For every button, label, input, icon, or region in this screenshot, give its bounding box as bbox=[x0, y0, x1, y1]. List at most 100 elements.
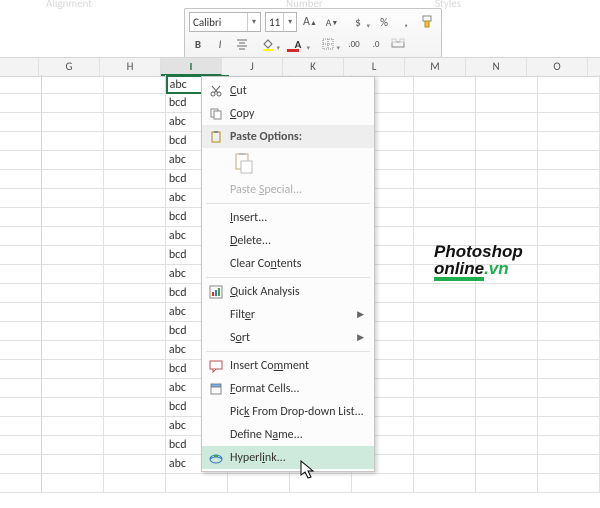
menu-paste-default[interactable] bbox=[202, 148, 374, 178]
decrease-font-icon[interactable]: A▼ bbox=[323, 13, 341, 31]
cell[interactable] bbox=[538, 170, 600, 189]
cell[interactable] bbox=[414, 189, 476, 208]
cell[interactable] bbox=[476, 417, 538, 436]
cell[interactable] bbox=[414, 474, 476, 493]
menu-cut[interactable]: Cut bbox=[202, 79, 374, 102]
cell[interactable] bbox=[414, 455, 476, 474]
cell[interactable] bbox=[42, 189, 104, 208]
cell[interactable] bbox=[538, 341, 600, 360]
cell[interactable] bbox=[104, 322, 166, 341]
borders-button[interactable] bbox=[315, 35, 341, 53]
cell[interactable] bbox=[42, 322, 104, 341]
cell[interactable] bbox=[42, 113, 104, 132]
cell[interactable] bbox=[538, 379, 600, 398]
cell[interactable] bbox=[476, 398, 538, 417]
cell[interactable] bbox=[538, 94, 600, 113]
bold-button[interactable]: B bbox=[189, 35, 207, 53]
menu-format-cells[interactable]: Format Cells... bbox=[202, 377, 374, 400]
cell[interactable] bbox=[476, 303, 538, 322]
cell[interactable] bbox=[414, 208, 476, 227]
cell[interactable] bbox=[290, 474, 352, 493]
increase-font-icon[interactable]: A▲ bbox=[301, 13, 319, 31]
cell[interactable] bbox=[42, 398, 104, 417]
font-size-select[interactable]: 11▾ bbox=[265, 12, 297, 32]
cell[interactable] bbox=[42, 455, 104, 474]
italic-button[interactable]: I bbox=[211, 35, 229, 53]
cell[interactable] bbox=[42, 265, 104, 284]
menu-clear-contents[interactable]: Clear Contents bbox=[202, 252, 374, 275]
cell[interactable] bbox=[476, 113, 538, 132]
cell[interactable] bbox=[538, 227, 600, 246]
cell[interactable] bbox=[104, 265, 166, 284]
format-painter-icon[interactable] bbox=[419, 13, 437, 31]
cell[interactable] bbox=[42, 360, 104, 379]
cell[interactable] bbox=[476, 284, 538, 303]
cell[interactable] bbox=[104, 132, 166, 151]
cell[interactable] bbox=[414, 360, 476, 379]
column-header[interactable]: K bbox=[283, 58, 344, 76]
cell[interactable] bbox=[414, 170, 476, 189]
chevron-down-icon[interactable]: ▾ bbox=[283, 13, 296, 31]
cell[interactable] bbox=[538, 189, 600, 208]
cell[interactable] bbox=[42, 151, 104, 170]
cell[interactable] bbox=[42, 75, 104, 94]
column-header[interactable]: L bbox=[344, 58, 405, 76]
decrease-decimal-icon[interactable]: .0 bbox=[367, 35, 385, 53]
menu-delete[interactable]: Delete... bbox=[202, 229, 374, 252]
cell[interactable] bbox=[476, 170, 538, 189]
cell[interactable] bbox=[104, 398, 166, 417]
cell[interactable] bbox=[414, 322, 476, 341]
cell[interactable] bbox=[104, 113, 166, 132]
cell[interactable] bbox=[42, 436, 104, 455]
cell[interactable] bbox=[104, 246, 166, 265]
cell[interactable] bbox=[538, 151, 600, 170]
cell[interactable] bbox=[104, 75, 166, 94]
cell[interactable] bbox=[538, 417, 600, 436]
cell[interactable] bbox=[538, 246, 600, 265]
cell[interactable] bbox=[104, 341, 166, 360]
cell[interactable] bbox=[104, 189, 166, 208]
cell[interactable] bbox=[414, 284, 476, 303]
accounting-format-button[interactable]: $ bbox=[345, 13, 371, 31]
cell[interactable] bbox=[104, 208, 166, 227]
cell[interactable] bbox=[104, 360, 166, 379]
cell[interactable] bbox=[42, 208, 104, 227]
menu-pick-from-list[interactable]: Pick From Drop-down List... bbox=[202, 400, 374, 423]
cell[interactable] bbox=[414, 132, 476, 151]
menu-insert-comment[interactable]: Insert Comment bbox=[202, 354, 374, 377]
font-select[interactable]: Calibri▾ bbox=[189, 12, 261, 32]
cell[interactable] bbox=[228, 474, 290, 493]
cell[interactable] bbox=[538, 75, 600, 94]
cell[interactable] bbox=[414, 379, 476, 398]
cell[interactable] bbox=[104, 94, 166, 113]
cell[interactable] bbox=[414, 113, 476, 132]
chevron-down-icon[interactable]: ▾ bbox=[247, 13, 260, 31]
column-header[interactable]: I bbox=[161, 58, 222, 76]
menu-paste-special[interactable]: Paste Special... bbox=[202, 178, 374, 201]
cell[interactable] bbox=[476, 75, 538, 94]
merge-center-icon[interactable] bbox=[389, 35, 407, 53]
cell[interactable] bbox=[42, 417, 104, 436]
cell[interactable] bbox=[476, 151, 538, 170]
cell[interactable] bbox=[414, 417, 476, 436]
cell[interactable] bbox=[538, 284, 600, 303]
increase-decimal-icon[interactable]: .00 bbox=[345, 35, 363, 53]
cell[interactable] bbox=[538, 265, 600, 284]
cell[interactable] bbox=[42, 94, 104, 113]
menu-quick-analysis[interactable]: Quick Analysis bbox=[202, 280, 374, 303]
cell[interactable] bbox=[414, 436, 476, 455]
cell[interactable] bbox=[42, 341, 104, 360]
cell[interactable] bbox=[476, 189, 538, 208]
cell[interactable] bbox=[414, 151, 476, 170]
cell[interactable] bbox=[104, 227, 166, 246]
cell[interactable] bbox=[104, 474, 166, 493]
cell[interactable] bbox=[476, 94, 538, 113]
menu-copy[interactable]: Copy bbox=[202, 102, 374, 125]
cell[interactable] bbox=[104, 436, 166, 455]
font-color-button[interactable]: A bbox=[285, 35, 311, 53]
column-header[interactable]: J bbox=[222, 58, 283, 76]
cell[interactable] bbox=[476, 208, 538, 227]
cell[interactable] bbox=[476, 379, 538, 398]
cell[interactable] bbox=[104, 303, 166, 322]
percent-format-button[interactable]: % bbox=[375, 13, 393, 31]
